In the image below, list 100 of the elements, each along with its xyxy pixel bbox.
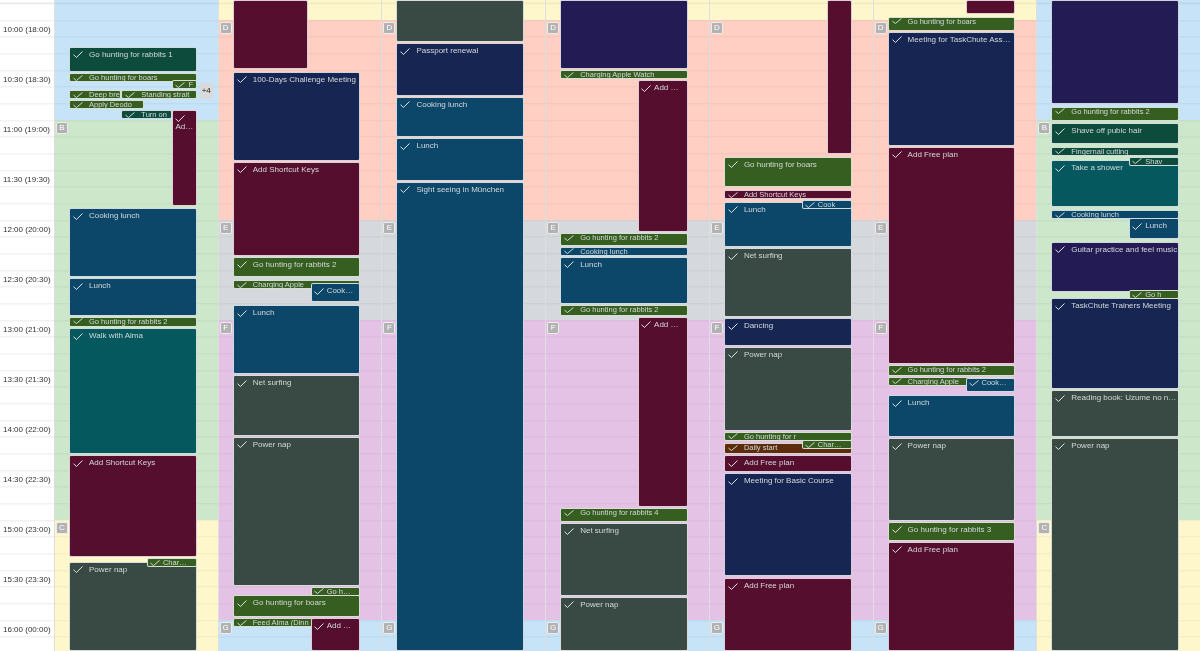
task-block[interactable]: Go hunting for boars (232, 595, 361, 618)
task-block[interactable]: Add Free plan (887, 146, 1016, 364)
task-title: Walk with Alma (89, 331, 143, 342)
task-block[interactable] (827, 0, 852, 154)
task-block[interactable]: Ad… (172, 110, 197, 206)
time-label: 12:00 (20:00) (3, 225, 51, 235)
task-block[interactable]: Add Free plan (887, 541, 1016, 651)
task-title: Lunch (580, 259, 602, 270)
task-block[interactable]: Passport renewal (396, 43, 525, 96)
time-label: 13:30 (21:30) (3, 375, 51, 385)
task-title: Go hunting for rabbits 3 (907, 524, 992, 535)
task-title: Sight seeing in München (416, 184, 505, 195)
task-title: Ad… (175, 121, 194, 132)
task-title: Take a shower (1071, 163, 1123, 173)
section-label: F (383, 322, 396, 334)
task-title: Shave off pubic hair (1071, 126, 1142, 137)
task-block[interactable]: Net surfing (560, 523, 688, 596)
task-title: Lunch (1145, 221, 1167, 232)
task-title: Reading book: Uzume no n… (1071, 393, 1177, 403)
task-block[interactable]: Lunch (1129, 218, 1179, 239)
task-block[interactable]: Dancing (723, 318, 852, 346)
time-label: 16:00 (00:00) (3, 625, 51, 635)
task-block[interactable] (965, 0, 1016, 14)
time-label: 13:00 (21:00) (3, 325, 51, 335)
task-block[interactable]: Meeting for TaskChute Ass… (887, 31, 1016, 146)
task-block[interactable]: Add Shortcut Keys (232, 161, 361, 256)
task-block[interactable]: Add … (638, 80, 688, 233)
task-title: Add Shortcut Keys (252, 164, 319, 175)
task-title: Add Free plan (743, 581, 795, 592)
task-block[interactable]: Reading book: Uzume no n… (1051, 390, 1180, 438)
task-block[interactable]: Power nap (1051, 438, 1180, 651)
time-label: 10:30 (18:30) (3, 75, 51, 85)
task-block[interactable]: Cooking lunch (69, 208, 197, 278)
section-label: D (547, 22, 560, 34)
section-label: B (1038, 122, 1051, 134)
task-block[interactable]: Power nap (560, 596, 688, 651)
task-title: Power nap (907, 441, 946, 452)
task-title: Cooking lunch (89, 211, 140, 222)
task-block[interactable]: Net surfing (232, 375, 361, 436)
time-label: 11:00 (19:00) (3, 125, 50, 135)
task-block[interactable]: Lunch (232, 305, 361, 374)
task-title: Cook… (326, 286, 354, 297)
task-title: Power nap (1071, 441, 1110, 452)
task-block[interactable] (232, 0, 309, 69)
task-title: Go hunting for boars (743, 159, 817, 170)
task-title: Passport renewal (416, 46, 479, 57)
time-label: 15:30 (23:30) (3, 575, 51, 585)
task-block[interactable]: Lunch (396, 138, 525, 181)
task-title: Power nap (252, 439, 291, 450)
task-block[interactable]: Power nap (723, 346, 852, 431)
task-block[interactable]: Walk with Alma (69, 328, 197, 454)
task-block[interactable]: Cook… (310, 283, 361, 303)
task-title: Net surfing (580, 526, 619, 537)
section-label: B (56, 122, 68, 134)
task-block[interactable]: Lunch (560, 256, 688, 304)
task-title: Add Free plan (743, 458, 795, 468)
task-title: Add Shortcut Keys (89, 458, 156, 468)
task-block[interactable]: Power nap (887, 438, 1016, 521)
task-block[interactable] (396, 0, 525, 43)
task-block[interactable]: Go hunting for boars (723, 156, 852, 188)
task-block[interactable]: Add … (310, 618, 361, 651)
task-title: Power nap (89, 564, 128, 575)
task-block[interactable]: Add Free plan (723, 455, 852, 473)
task-title: Add … (654, 319, 679, 330)
task-block[interactable]: Add Free plan (723, 578, 852, 651)
time-label: 12:30 (20:30) (3, 275, 51, 285)
task-title: Lunch (89, 281, 111, 292)
section-label: E (547, 222, 560, 234)
task-block[interactable]: Meeting for Basic Course (723, 473, 852, 576)
task-title: 100-Days Challenge Meeting (252, 74, 356, 85)
task-title: Lunch (416, 141, 439, 152)
time-label: 10:00 (18:00) (3, 25, 51, 35)
task-block[interactable]: Shave off pubic hair (1051, 123, 1180, 144)
task-title: Dancing (743, 321, 774, 332)
task-block[interactable]: Power nap (232, 436, 361, 586)
task-block[interactable]: TaskChute Trainers Meeting (1051, 298, 1180, 389)
task-block[interactable]: Lunch (69, 278, 197, 316)
task-title: Go hunting for rabbits 2 (252, 259, 337, 270)
task-title: Power nap (743, 349, 783, 360)
task-title: Net surfing (252, 378, 292, 388)
task-title: TaskChute Trainers Meeting (1071, 301, 1171, 312)
task-title: Meeting for TaskChute Ass… (907, 34, 1011, 45)
task-block[interactable]: Cooking lunch (396, 96, 525, 138)
task-title: Add … (654, 83, 679, 93)
task-title: Add Free plan (907, 149, 958, 160)
task-block[interactable]: Go hunting for rabbits 1 (69, 46, 197, 73)
task-block[interactable]: 100-Days Challenge Meeting (232, 71, 361, 161)
task-block[interactable]: Sight seeing in München (396, 181, 525, 651)
task-title: Guitar practice and feel music (1071, 244, 1178, 255)
task-block[interactable] (1051, 0, 1180, 104)
task-block[interactable]: Net surfing (723, 248, 852, 318)
section-label: C (1038, 522, 1051, 534)
task-block[interactable] (560, 0, 688, 69)
task-block[interactable]: Add Shortcut Keys (69, 455, 197, 558)
task-title: Lunch (252, 308, 275, 318)
task-block[interactable]: Lunch (887, 395, 1016, 438)
task-title: Lunch (743, 204, 766, 215)
task-title: Net surfing (743, 251, 783, 262)
task-block[interactable]: Add … (638, 316, 688, 508)
task-block[interactable]: Guitar practice and feel music (1051, 241, 1180, 293)
